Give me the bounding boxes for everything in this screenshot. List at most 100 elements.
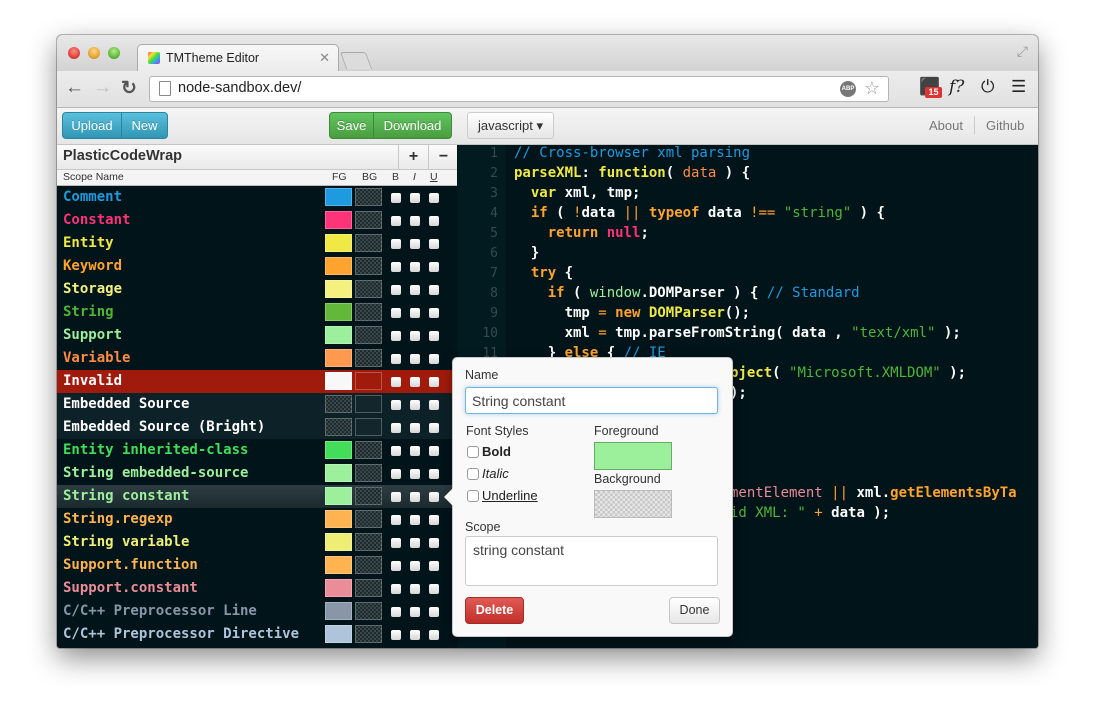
italic-checkbox[interactable] xyxy=(410,285,420,295)
bg-color-swatch[interactable] xyxy=(355,602,382,620)
bold-checkbox[interactable] xyxy=(391,331,401,341)
fg-color-swatch[interactable] xyxy=(325,257,352,275)
bold-checkbox[interactable] xyxy=(391,630,401,640)
star-icon[interactable]: ☆ xyxy=(864,78,880,99)
fg-color-swatch[interactable] xyxy=(325,280,352,298)
underline-checkbox[interactable] xyxy=(429,607,439,617)
scope-row[interactable]: Support.function xyxy=(57,554,457,577)
underline-checkbox[interactable] xyxy=(429,423,439,433)
scope-row[interactable]: String variable xyxy=(57,531,457,554)
bg-color-swatch[interactable] xyxy=(355,625,382,643)
scope-textarea[interactable]: string constant xyxy=(465,536,718,586)
done-button[interactable]: Done xyxy=(669,597,720,624)
italic-checkbox[interactable] xyxy=(410,630,420,640)
scope-row[interactable]: C/C++ Preprocessor Line xyxy=(57,600,457,623)
underline-checkbox[interactable] xyxy=(429,216,439,226)
bold-checkbox[interactable] xyxy=(391,216,401,226)
browser-tab[interactable]: TMTheme Editor ✕ xyxy=(137,44,339,72)
scope-row[interactable]: Entity inherited-class xyxy=(57,439,457,462)
fg-color-swatch[interactable] xyxy=(325,234,352,252)
bold-checkbox[interactable] xyxy=(391,584,401,594)
italic-checkbox[interactable] xyxy=(410,538,420,548)
new-button[interactable]: New xyxy=(121,112,168,139)
minimize-window-button[interactable] xyxy=(88,47,100,59)
bg-color-swatch[interactable] xyxy=(355,464,382,482)
italic-checkbox[interactable] xyxy=(410,239,420,249)
bg-color-swatch[interactable] xyxy=(355,372,382,390)
italic-checkbox[interactable] xyxy=(410,216,420,226)
language-dropdown[interactable]: javascript ▾ xyxy=(467,112,554,139)
scope-row[interactable]: Comment xyxy=(57,186,457,209)
underline-checkbox[interactable] xyxy=(429,400,439,410)
remove-scope-button[interactable]: − xyxy=(428,145,458,169)
underline-checkbox[interactable] xyxy=(429,630,439,640)
underline-checkbox[interactable] xyxy=(467,490,479,502)
scope-row[interactable]: Embedded Source xyxy=(57,393,457,416)
tab-close-icon[interactable]: ✕ xyxy=(319,50,330,66)
italic-checkbox[interactable] xyxy=(410,308,420,318)
scope-row[interactable]: String embedded-source xyxy=(57,462,457,485)
underline-checkbox[interactable] xyxy=(429,561,439,571)
fg-color-swatch[interactable] xyxy=(325,579,352,597)
bg-color-swatch[interactable] xyxy=(355,395,382,413)
fg-color-swatch[interactable] xyxy=(325,349,352,367)
new-tab-button[interactable] xyxy=(339,52,373,69)
bold-checkbox[interactable] xyxy=(391,262,401,272)
fg-color-swatch[interactable] xyxy=(325,188,352,206)
fg-color-swatch[interactable] xyxy=(325,487,352,505)
upload-button[interactable]: Upload xyxy=(62,112,122,139)
underline-checkbox[interactable] xyxy=(429,193,439,203)
zoom-window-button[interactable] xyxy=(108,47,120,59)
url-text[interactable]: node-sandbox.dev/ xyxy=(178,80,301,96)
bg-color-swatch[interactable] xyxy=(355,418,382,436)
name-input[interactable] xyxy=(465,387,718,414)
bold-checkbox[interactable] xyxy=(391,607,401,617)
underline-checkbox[interactable] xyxy=(429,262,439,272)
bold-checkbox[interactable] xyxy=(467,446,479,458)
underline-checkbox[interactable] xyxy=(429,239,439,249)
italic-checkbox[interactable] xyxy=(410,331,420,341)
scope-row[interactable]: Support xyxy=(57,324,457,347)
save-button[interactable]: Save xyxy=(329,112,374,139)
scope-row[interactable]: Keyword xyxy=(57,255,457,278)
bold-checkbox[interactable] xyxy=(391,193,401,203)
underline-checkbox[interactable] xyxy=(429,331,439,341)
fg-color-swatch[interactable] xyxy=(325,556,352,574)
scope-row[interactable]: Constant xyxy=(57,209,457,232)
scope-row[interactable]: String xyxy=(57,301,457,324)
underline-checkbox[interactable] xyxy=(429,469,439,479)
bold-checkbox[interactable] xyxy=(391,538,401,548)
bg-color-swatch[interactable] xyxy=(355,349,382,367)
italic-checkbox[interactable] xyxy=(410,400,420,410)
bg-color-swatch[interactable] xyxy=(355,211,382,229)
italic-checkbox[interactable] xyxy=(410,423,420,433)
back-arrow-icon[interactable]: ← xyxy=(65,77,84,99)
italic-checkbox[interactable] xyxy=(410,193,420,203)
bold-checkbox[interactable] xyxy=(391,469,401,479)
fullscreen-icon[interactable]: ⤢ xyxy=(1017,43,1028,60)
fg-color-swatch[interactable] xyxy=(325,464,352,482)
delete-button[interactable]: Delete xyxy=(465,597,524,624)
bg-color-swatch[interactable] xyxy=(355,257,382,275)
close-window-button[interactable] xyxy=(68,47,80,59)
scope-row[interactable]: Storage xyxy=(57,278,457,301)
bg-color-swatch[interactable] xyxy=(355,280,382,298)
italic-checkbox[interactable] xyxy=(410,446,420,456)
underline-checkbox[interactable] xyxy=(429,584,439,594)
adblock-icon[interactable]: ABP xyxy=(840,81,856,97)
bg-color-swatch[interactable] xyxy=(355,234,382,252)
scope-row[interactable]: Support.constant xyxy=(57,577,457,600)
address-bar[interactable]: node-sandbox.dev/ ABP ☆ xyxy=(149,76,889,102)
add-scope-button[interactable]: + xyxy=(398,145,428,169)
bold-checkbox[interactable] xyxy=(391,400,401,410)
about-link[interactable]: About xyxy=(929,118,963,133)
font-finder-icon[interactable]: f? xyxy=(949,77,964,97)
bold-checkbox[interactable] xyxy=(391,285,401,295)
bg-color-swatch[interactable] xyxy=(355,510,382,528)
bold-checkbox[interactable] xyxy=(391,354,401,364)
bold-checkbox[interactable] xyxy=(391,492,401,502)
menu-icon[interactable]: ☰ xyxy=(1011,77,1026,97)
bg-color-swatch[interactable] xyxy=(355,326,382,344)
fg-color-swatch[interactable] xyxy=(325,533,352,551)
italic-checkbox[interactable] xyxy=(410,262,420,272)
